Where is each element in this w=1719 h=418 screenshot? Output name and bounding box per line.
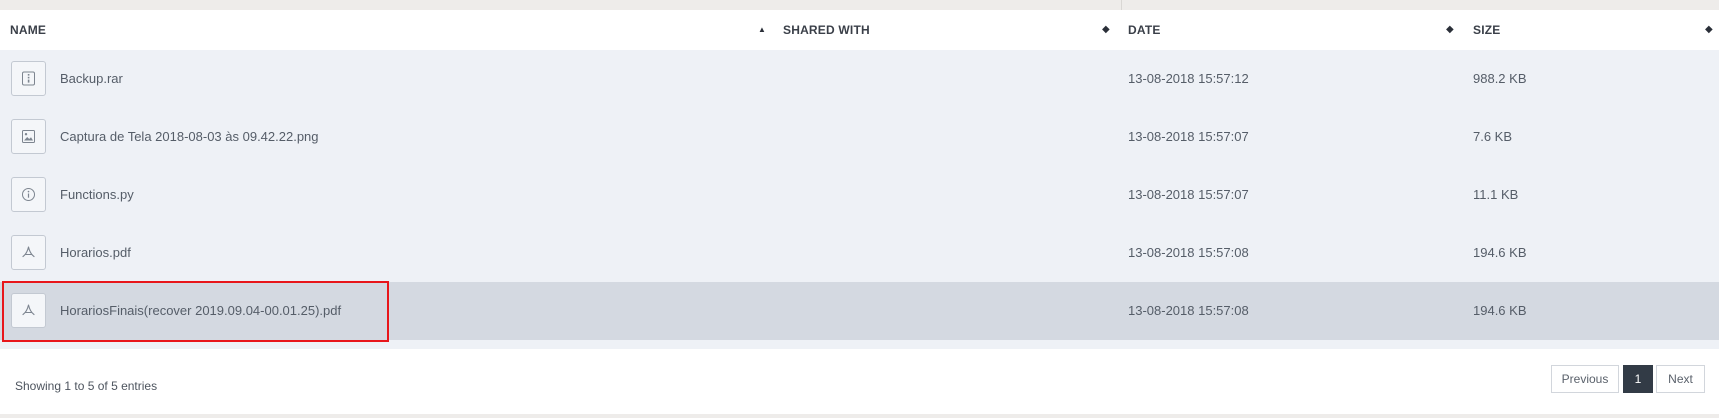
file-date: 13-08-2018 15:57:08 (1128, 245, 1249, 260)
header-name[interactable]: NAME (10, 10, 46, 50)
next-button[interactable]: Next (1656, 365, 1705, 393)
file-name[interactable]: Horarios.pdf (60, 245, 131, 260)
header-size[interactable]: SIZE (1473, 10, 1500, 50)
file-date: 13-08-2018 15:57:07 (1128, 187, 1249, 202)
file-size: 988.2 KB (1473, 71, 1527, 86)
page-1-button[interactable]: 1 (1623, 365, 1653, 393)
file-name[interactable]: Captura de Tela 2018-08-03 às 09.42.22.p… (60, 129, 319, 144)
sort-both-icon[interactable]: ◆ (1446, 10, 1454, 50)
table-header: NAME ▲ SHARED WITH ◆ DATE ◆ SIZE ◆ (0, 10, 1719, 50)
bottom-strip (0, 414, 1719, 418)
table-row[interactable]: Horarios.pdf 13-08-2018 15:57:08 194.6 K… (0, 224, 1719, 282)
top-strip (0, 0, 1719, 10)
file-size: 194.6 KB (1473, 303, 1527, 318)
file-date: 13-08-2018 15:57:12 (1128, 71, 1249, 86)
table-footer: Showing 1 to 5 of 5 entries (0, 349, 1719, 414)
sort-both-icon[interactable]: ◆ (1102, 10, 1110, 50)
sort-both-icon[interactable]: ◆ (1705, 10, 1713, 50)
file-date: 13-08-2018 15:57:08 (1128, 303, 1249, 318)
sort-ascending-icon[interactable]: ▲ (758, 10, 766, 50)
image-icon[interactable] (11, 119, 46, 154)
header-date[interactable]: DATE (1128, 10, 1161, 50)
archive-icon[interactable] (11, 61, 46, 96)
file-size: 7.6 KB (1473, 129, 1513, 144)
header-shared-with[interactable]: SHARED WITH (783, 10, 870, 50)
file-size: 11.1 KB (1473, 187, 1519, 202)
info-icon[interactable] (11, 177, 46, 212)
previous-button[interactable]: Previous (1551, 365, 1619, 393)
table-row[interactable]: Captura de Tela 2018-08-03 às 09.42.22.p… (0, 108, 1719, 166)
entries-info: Showing 1 to 5 of 5 entries (15, 379, 158, 393)
selection-highlight-box (2, 281, 389, 342)
file-date: 13-08-2018 15:57:07 (1128, 129, 1249, 144)
column-separator (1121, 0, 1122, 10)
table-row[interactable]: Backup.rar 13-08-2018 15:57:12 988.2 KB (0, 50, 1719, 108)
file-name[interactable]: Functions.py (60, 187, 134, 202)
pdf-icon[interactable] (11, 235, 46, 270)
table-row[interactable]: Functions.py 13-08-2018 15:57:07 11.1 KB (0, 166, 1719, 224)
file-size: 194.6 KB (1473, 245, 1527, 260)
file-name[interactable]: Backup.rar (60, 71, 123, 86)
